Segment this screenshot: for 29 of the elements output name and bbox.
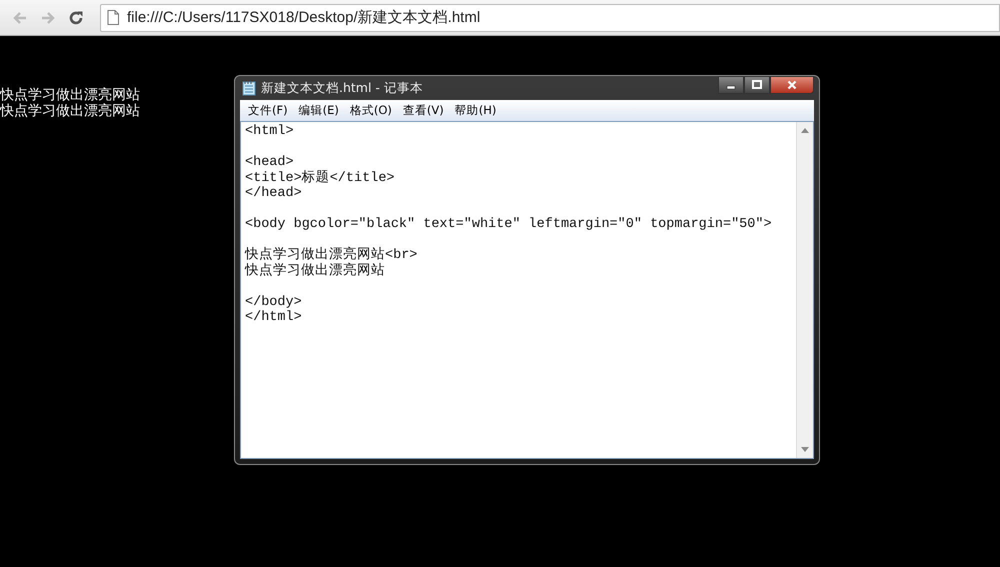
maximize-icon: [752, 80, 762, 90]
code-line: </html>: [245, 310, 303, 326]
code-line: <body bgcolor="black" text="white" leftmargin="0" topmargin="50">: [245, 217, 773, 232]
code-line: <html>: [245, 124, 295, 140]
close-button[interactable]: [770, 76, 814, 94]
url-text: file:///C:/Users/117SX018/Desktop/新建文本文档.html: [127, 8, 480, 27]
reload-icon[interactable]: [68, 10, 84, 26]
text-editor[interactable]: <html> <head> <title>标题</title> </head> <body bgcolor="black" text="white" leftmargin="0" topmargin="50"> 快点学习做出漂亮网站<br> 快点学习做出漂亮网站 </body> </html>: [240, 121, 814, 459]
code-line: 快点学习做出漂亮网站<br>: [245, 248, 418, 263]
code-line: <head>: [245, 155, 295, 170]
menu-item[interactable]: 文件(F): [244, 103, 295, 118]
scrollbar[interactable]: [796, 122, 813, 458]
menu-item[interactable]: 编辑(E): [294, 103, 346, 118]
code-line: </head>: [245, 186, 303, 202]
code-line: </body>: [245, 294, 303, 310]
maximize-button[interactable]: [744, 76, 770, 94]
notepad-icon: [242, 80, 256, 96]
minimize-button[interactable]: [718, 76, 744, 94]
address-bar[interactable]: file:///C:/Users/117SX018/Desktop/新建文本文档.html: [100, 4, 1000, 32]
document-icon: [107, 10, 119, 25]
code-line: 快点学习做出漂亮网站: [245, 264, 386, 279]
close-icon: [787, 80, 797, 90]
window-title: 新建文本文档.html - 记事本: [261, 80, 424, 96]
menu-item[interactable]: 帮助(H): [450, 103, 504, 118]
menu-item[interactable]: 查看(V): [398, 103, 451, 118]
scroll-down-icon[interactable]: [801, 447, 809, 452]
menu-item[interactable]: 格式(O): [346, 103, 399, 118]
code-line: <title>标题</title>: [245, 170, 396, 186]
scroll-up-icon[interactable]: [801, 128, 809, 133]
